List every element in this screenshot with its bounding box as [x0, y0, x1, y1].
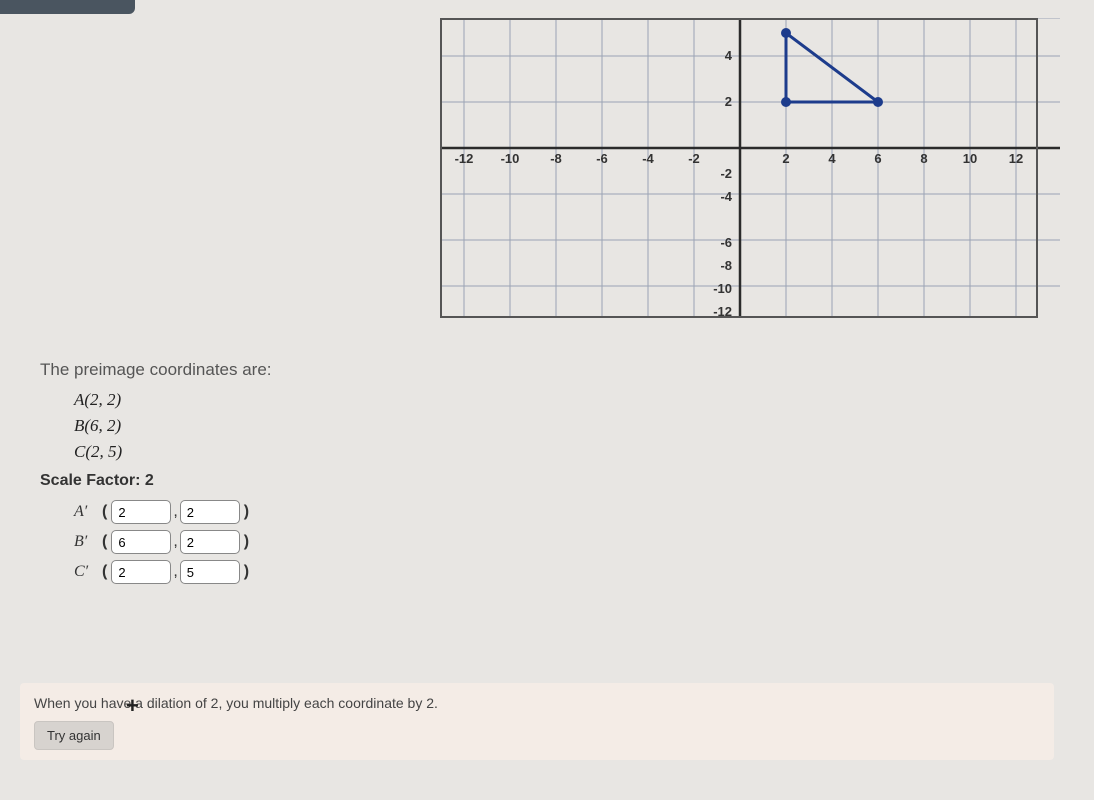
preimage-heading: The preimage coordinates are: [40, 360, 940, 380]
input-Cy[interactable] [180, 560, 240, 584]
graph-svg: -12 -10 -8 -6 -4 -2 2 4 6 8 10 12 4 2 -2… [440, 18, 1060, 318]
open-paren: ( [102, 533, 107, 551]
svg-text:-12: -12 [455, 151, 474, 166]
svg-text:-4: -4 [642, 151, 654, 166]
answer-list: A′ ( , ) B′ ( , ) C′ ( , ) [74, 500, 940, 584]
input-Ay[interactable] [180, 500, 240, 524]
preimage-list: A(2, 2) B(6, 2) C(2, 5) [74, 390, 940, 462]
input-Ax[interactable] [111, 500, 171, 524]
answer-label-C: C′ [74, 563, 100, 581]
input-Bx[interactable] [111, 530, 171, 554]
scale-factor: Scale Factor: 2 [40, 472, 940, 490]
preimage-C: C(2, 5) [74, 442, 940, 462]
preimage-A: A(2, 2) [74, 390, 940, 410]
svg-text:-2: -2 [720, 166, 732, 181]
svg-text:-4: -4 [720, 189, 732, 204]
preimage-B: B(6, 2) [74, 416, 940, 436]
answer-label-B: B′ [74, 533, 100, 551]
svg-text:2: 2 [782, 151, 789, 166]
svg-text:6: 6 [874, 151, 881, 166]
svg-text:2: 2 [725, 94, 732, 109]
answer-row-C: C′ ( , ) [74, 560, 940, 584]
comma: , [173, 533, 177, 551]
svg-text:4: 4 [828, 151, 836, 166]
svg-text:-6: -6 [720, 235, 732, 250]
input-By[interactable] [180, 530, 240, 554]
svg-text:4: 4 [725, 48, 733, 63]
close-paren: ) [244, 503, 249, 521]
feedback-footer: When you have a dilation of 2, you multi… [20, 683, 1054, 760]
close-paren: ) [244, 533, 249, 551]
svg-text:-8: -8 [550, 151, 562, 166]
svg-text:-12: -12 [713, 304, 732, 318]
question-content: The preimage coordinates are: A(2, 2) B(… [40, 360, 940, 590]
open-paren: ( [102, 563, 107, 581]
feedback-message: When you have a dilation of 2, you multi… [34, 695, 1040, 711]
cursor-plus-icon: + [126, 693, 139, 719]
svg-text:-8: -8 [720, 258, 732, 273]
svg-text:-6: -6 [596, 151, 608, 166]
answer-row-B: B′ ( , ) [74, 530, 940, 554]
svg-text:-10: -10 [713, 281, 732, 296]
coordinate-graph: -12 -10 -8 -6 -4 -2 2 4 6 8 10 12 4 2 -2… [440, 18, 1060, 318]
svg-text:-10: -10 [501, 151, 520, 166]
answer-row-A: A′ ( , ) [74, 500, 940, 524]
try-again-button[interactable]: Try again [34, 721, 114, 750]
browser-tab-fragment [0, 0, 135, 14]
open-paren: ( [102, 503, 107, 521]
comma: , [173, 563, 177, 581]
input-Cx[interactable] [111, 560, 171, 584]
comma: , [173, 503, 177, 521]
svg-text:-2: -2 [688, 151, 700, 166]
answer-label-A: A′ [74, 503, 100, 521]
svg-text:8: 8 [920, 151, 927, 166]
svg-text:10: 10 [963, 151, 977, 166]
svg-text:12: 12 [1009, 151, 1023, 166]
close-paren: ) [244, 563, 249, 581]
